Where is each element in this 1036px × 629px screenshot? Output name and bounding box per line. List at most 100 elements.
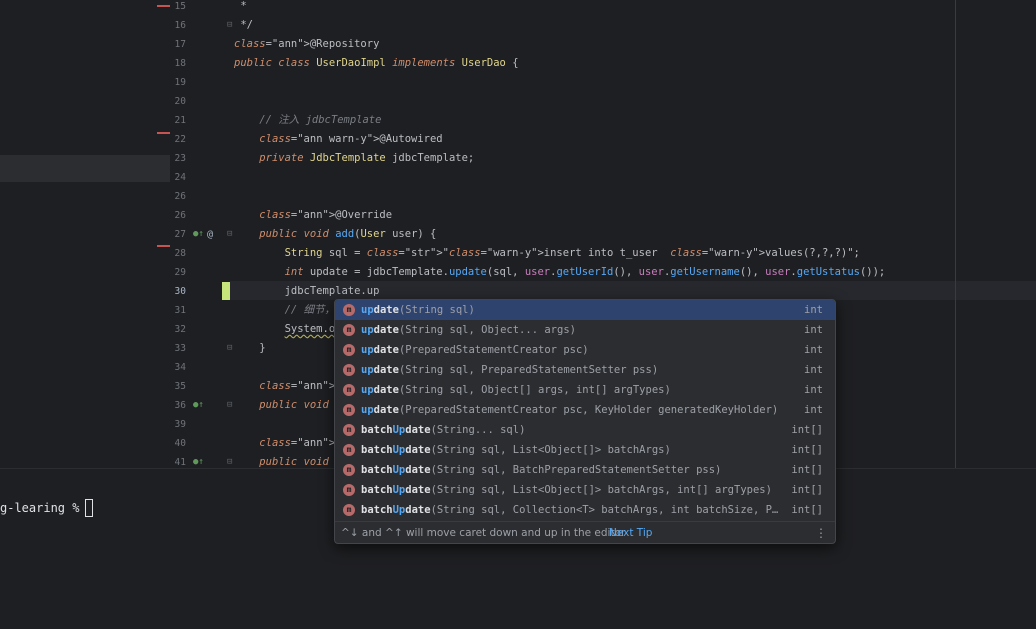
code-line[interactable]: public class UserDaoImpl implements User… [234, 54, 519, 73]
line-number: 15 [174, 1, 186, 12]
line-number: 34 [174, 362, 186, 373]
completion-item-label: update(String sql) [361, 304, 475, 316]
line-number: 27 [174, 229, 186, 240]
right-margin-guide [955, 0, 956, 468]
implements-method-icon[interactable]: ●↑ [193, 225, 204, 244]
method-icon: m [343, 484, 355, 496]
line-number: 33 [174, 343, 186, 354]
return-type: int[] [791, 444, 823, 456]
fold-toggle-icon[interactable]: ⊟ [227, 16, 232, 35]
method-icon: m [343, 384, 355, 396]
terminal-cursor [85, 499, 93, 517]
code-line[interactable]: // 细节， [234, 301, 335, 320]
completion-item-label: batchUpdate(String sql, List<Object[]> b… [361, 484, 772, 496]
code-line[interactable]: * [234, 0, 246, 16]
line-number: 22 [174, 134, 186, 145]
line-number: 29 [174, 267, 186, 278]
completion-item[interactable]: m batchUpdate(String sql, List<Object[]> … [335, 480, 835, 500]
completion-item[interactable]: m update(String sql) int [335, 300, 835, 320]
code-line[interactable]: // 注入 jdbcTemplate [234, 111, 381, 130]
method-icon: m [343, 304, 355, 316]
line-number: 17 [174, 39, 186, 50]
return-type: int [804, 364, 823, 376]
code-line[interactable]: int update = jdbcTemplate.update(sql, us… [234, 263, 886, 282]
code-line[interactable]: private JdbcTemplate jdbcTemplate; [234, 149, 474, 168]
error-stripe-mark [157, 132, 170, 134]
return-type: int[] [791, 424, 823, 436]
method-icon: m [343, 364, 355, 376]
fold-toggle-icon[interactable]: ⊟ [227, 396, 232, 415]
line-number: 35 [174, 381, 186, 392]
completion-item[interactable]: m update(String sql, Object[] args, int[]… [335, 380, 835, 400]
modified-line-marker [222, 282, 230, 300]
code-line[interactable]: class="ann">@Override [234, 206, 392, 225]
next-tip-link[interactable]: Next Tip [609, 522, 652, 543]
completion-item-label: update(String sql, PreparedStatementSett… [361, 364, 659, 376]
line-number: 23 [174, 153, 186, 164]
line-number: 28 [174, 248, 186, 259]
completion-item[interactable]: m batchUpdate(String... sql) int[] [335, 420, 835, 440]
line-number: 26 [174, 210, 186, 221]
line-number: 40 [174, 438, 186, 449]
code-line[interactable]: public void u [234, 396, 341, 415]
line-number-gutter: 15 16 ⊟ 17 18 19 20 21 22 23 24 26 26 27 ⊟ ●↑ @28 29 30 31 3… [170, 0, 233, 468]
return-type: int[] [791, 504, 823, 516]
override-annotation-icon[interactable]: @ [207, 225, 213, 244]
completion-item-label: batchUpdate(String sql, List<Object[]> b… [361, 444, 671, 456]
completion-item[interactable]: m batchUpdate(String sql, Collection<T> b… [335, 500, 835, 520]
line-number: 18 [174, 58, 186, 69]
completion-footer: ^↓ and ^↑ will move caret down and up in… [335, 521, 835, 543]
line-number: 26 [174, 191, 186, 202]
completion-item[interactable]: m batchUpdate(String sql, List<Object[]> … [335, 440, 835, 460]
return-type: int [804, 304, 823, 316]
return-type: int[] [791, 464, 823, 476]
code-line[interactable]: public void d [234, 453, 341, 468]
fold-toggle-icon[interactable]: ⊟ [227, 453, 232, 468]
method-icon: m [343, 504, 355, 516]
method-icon: m [343, 404, 355, 416]
return-type: int [804, 384, 823, 396]
method-icon: m [343, 324, 355, 336]
code-line[interactable]: public void add(User user) { [234, 225, 436, 244]
completion-item-label: update(PreparedStatementCreator psc, Key… [361, 404, 779, 416]
line-number: 30 [174, 286, 186, 297]
code-line[interactable]: class="ann warn-y">@Autowired [234, 130, 442, 149]
line-number: 31 [174, 305, 186, 316]
completion-item[interactable]: m batchUpdate(String sql, BatchPreparedSt… [335, 460, 835, 480]
code-line[interactable]: System.ou [234, 320, 342, 339]
error-stripe-mark [157, 5, 170, 7]
line-number: 19 [174, 77, 186, 88]
more-options-icon[interactable]: ⋮ [815, 522, 827, 543]
completion-item[interactable]: m update(String sql, Object... args) int [335, 320, 835, 340]
method-icon: m [343, 464, 355, 476]
project-panel-strip [0, 0, 170, 468]
completion-item[interactable]: m update(PreparedStatementCreator psc, Ke… [335, 400, 835, 420]
code-line[interactable]: } [234, 339, 265, 358]
line-number: 36 [174, 400, 186, 411]
selected-tree-row[interactable] [0, 155, 170, 182]
code-completion-popup[interactable]: m update(String sql) int m update(String sql… [334, 299, 836, 544]
line-number: 24 [174, 172, 186, 183]
fold-toggle-icon[interactable]: ⊟ [227, 339, 232, 358]
line-number: 21 [174, 115, 186, 126]
line-number: 20 [174, 96, 186, 107]
implements-method-icon[interactable]: ●↑ [193, 396, 204, 415]
line-number: 16 [174, 20, 186, 31]
code-line[interactable]: */ [234, 16, 253, 35]
error-stripe-mark [157, 245, 170, 247]
code-line[interactable]: class="ann">@Repository [234, 35, 379, 54]
line-number: 39 [174, 419, 186, 430]
completion-item[interactable]: m update(String sql, PreparedStatementSet… [335, 360, 835, 380]
return-type: int[] [791, 484, 823, 496]
return-type: int [804, 404, 823, 416]
implements-method-icon[interactable]: ●↑ [193, 453, 204, 468]
fold-toggle-icon[interactable]: ⊟ [227, 225, 232, 244]
line-number: 41 [174, 457, 186, 468]
completion-item[interactable]: m update(PreparedStatementCreator psc) int [335, 340, 835, 360]
completion-item-label: batchUpdate(String sql, BatchPreparedSta… [361, 464, 722, 476]
completion-item-label: batchUpdate(String... sql) [361, 424, 526, 436]
method-icon: m [343, 344, 355, 356]
code-line[interactable]: String sql = class="str">"class="warn-y"… [234, 244, 860, 263]
return-type: int [804, 344, 823, 356]
completion-item-label: batchUpdate(String sql, Collection<T> ba… [361, 504, 779, 516]
